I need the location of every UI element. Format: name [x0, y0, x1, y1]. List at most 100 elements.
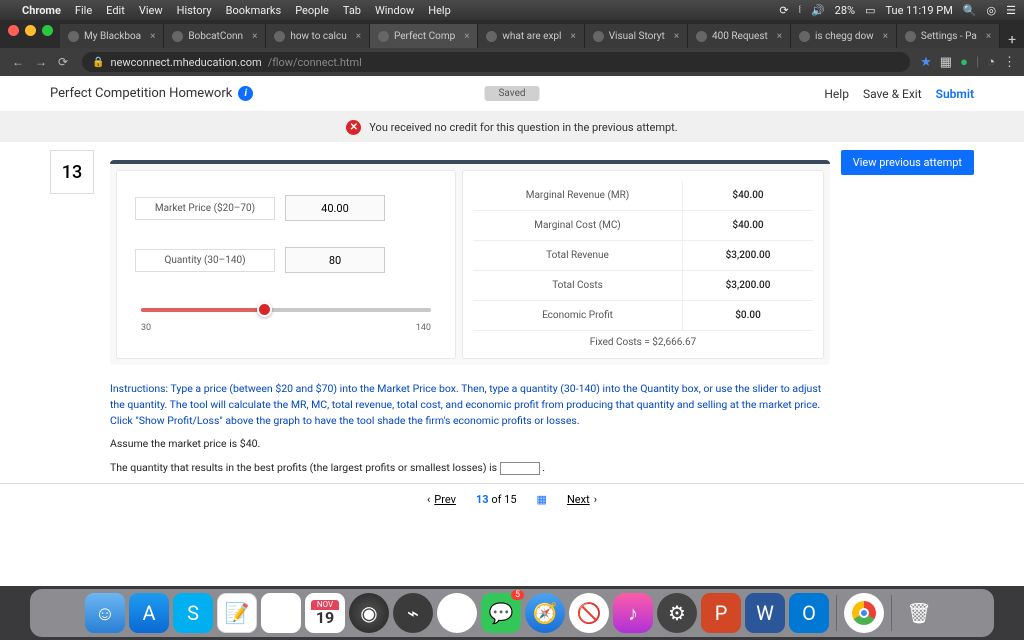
clock: Tue 11:19 PM	[885, 4, 952, 17]
menu-edit[interactable]: Edit	[106, 4, 125, 17]
submit-button[interactable]: Submit	[936, 87, 974, 101]
q-best-quantity: The quantity that results in the best pr…	[110, 460, 830, 476]
close-tab-icon[interactable]: ×	[464, 31, 469, 42]
nav-back-icon[interactable]: ←	[8, 55, 28, 69]
browser-tab[interactable]: is chegg dow×	[791, 24, 897, 48]
browser-tab[interactable]: 400 Request×	[688, 24, 791, 48]
menu-bookmarks[interactable]: Bookmarks	[226, 4, 282, 17]
volume-icon[interactable]: 🔊	[811, 4, 825, 17]
menu-people[interactable]: People	[295, 4, 329, 17]
quantity-input[interactable]	[285, 247, 385, 273]
info-icon[interactable]: i	[238, 86, 253, 101]
favicon-icon	[378, 31, 389, 42]
lock-icon: 🔒	[92, 57, 104, 68]
settings-icon[interactable]: ⚙	[657, 593, 697, 633]
refresh-icon[interactable]: ⟳	[779, 4, 788, 17]
chrome-dock-icon[interactable]	[844, 593, 884, 633]
browser-tab[interactable]: Perfect Comp×	[370, 24, 478, 48]
new-tab-button[interactable]: +	[1000, 32, 1024, 48]
menu-tab[interactable]: Tab	[343, 4, 361, 17]
menu-history[interactable]: History	[177, 4, 212, 17]
close-tab-icon[interactable]: ×	[570, 31, 575, 42]
ext2-icon[interactable]: ●	[960, 54, 968, 70]
menu-window[interactable]: Window	[375, 4, 414, 17]
calendar-icon[interactable]: NOV19	[305, 593, 345, 633]
star-icon[interactable]: ★	[920, 55, 932, 70]
close-tab-icon[interactable]: ×	[986, 31, 991, 42]
word-icon[interactable]: W	[745, 593, 785, 633]
slider-thumb[interactable]	[257, 302, 272, 317]
favicon-icon	[486, 31, 497, 42]
block-icon[interactable]: 🚫	[569, 593, 609, 633]
page-count: 13 of 15	[476, 493, 517, 506]
notes-icon[interactable]: 🗒	[261, 593, 301, 633]
appstore-icon[interactable]: A	[129, 593, 169, 633]
profile-icon[interactable]: ◔	[987, 54, 995, 70]
prev-button[interactable]: ‹ Prev	[427, 493, 456, 506]
result-row: Economic Profit$0.00	[473, 301, 813, 331]
maximize-window-icon[interactable]	[42, 25, 53, 36]
trash-icon[interactable]: 🗑	[899, 593, 939, 633]
minimize-window-icon[interactable]	[25, 25, 36, 36]
nav-reload-icon[interactable]: ⟳	[54, 55, 72, 69]
close-window-icon[interactable]	[8, 25, 19, 36]
mac-menubar: Chrome File Edit View History Bookmarks …	[0, 0, 1024, 20]
save-exit-link[interactable]: Save & Exit	[863, 87, 922, 101]
close-tab-icon[interactable]: ×	[777, 31, 782, 42]
divider: |	[976, 55, 979, 70]
skype-icon[interactable]: S	[173, 593, 213, 633]
favicon-icon	[905, 31, 916, 42]
question-grid-icon[interactable]: ▦	[537, 493, 547, 506]
finder-icon[interactable]: ☺	[85, 593, 125, 633]
safari-icon[interactable]: 🧭	[525, 593, 565, 633]
menu-help[interactable]: Help	[428, 4, 451, 17]
menu-view[interactable]: View	[139, 4, 163, 17]
browser-tab[interactable]: Visual Storyt×	[585, 24, 688, 48]
view-previous-attempt-button[interactable]: View previous attempt	[841, 150, 974, 175]
help-link[interactable]: Help	[824, 87, 849, 101]
siri-dock-icon[interactable]: ◉	[349, 593, 389, 633]
browser-tab[interactable]: BobcatConn×	[164, 24, 266, 48]
next-button[interactable]: Next ›	[567, 493, 597, 506]
instructions-text: Instructions: Type a price (between $20 …	[110, 381, 830, 428]
market-price-input[interactable]	[285, 195, 385, 221]
wifi-icon[interactable]: ⧙	[799, 3, 801, 17]
close-tab-icon[interactable]: ×	[150, 31, 155, 42]
nav-forward-icon[interactable]: →	[31, 55, 51, 69]
no-credit-alert: ✕ You received no credit for this questi…	[0, 112, 1024, 142]
close-tab-icon[interactable]: ×	[674, 31, 679, 42]
control-center-icon[interactable]: ☰	[1006, 4, 1016, 17]
browser-tab[interactable]: how to calcu×	[266, 24, 370, 48]
battery-icon[interactable]: ▭	[865, 4, 875, 17]
close-tab-icon[interactable]: ×	[883, 31, 888, 42]
powerpoint-icon[interactable]: P	[701, 593, 741, 633]
outlook-icon[interactable]: O	[789, 593, 829, 633]
browser-tabstrip: My Blackboa×BobcatConn×how to calcu×Perf…	[0, 20, 1024, 48]
browser-tab[interactable]: Settings - Pa×	[897, 24, 1000, 48]
textedit-icon[interactable]: 📝	[217, 593, 257, 633]
dashboard-icon[interactable]: ⌁	[393, 593, 433, 633]
battery-pct: 28%	[835, 4, 855, 17]
url-field[interactable]: 🔒 newconnect.mheducation.com/flow/connec…	[82, 52, 910, 72]
chevron-left-icon: ‹	[427, 493, 430, 506]
browser-tab[interactable]: what are expl×	[478, 24, 584, 48]
photos-icon[interactable]: ❀	[437, 593, 477, 633]
close-tab-icon[interactable]: ×	[252, 31, 257, 42]
chrome-menu-icon[interactable]: ⋮	[1003, 55, 1016, 70]
music-icon[interactable]: ♪	[613, 593, 653, 633]
siri-icon[interactable]: ◎	[987, 4, 997, 17]
favicon-icon	[696, 31, 707, 42]
spotlight-icon[interactable]: 🔍	[963, 4, 977, 17]
result-value: $3,200.00	[683, 250, 813, 261]
menu-file[interactable]: File	[75, 4, 92, 17]
fixed-costs: Fixed Costs = $2,666.67	[473, 331, 813, 348]
messages-icon[interactable]: 5💬	[481, 593, 521, 633]
ext1-icon[interactable]: ▦	[940, 55, 952, 70]
answer-blank-quantity[interactable]	[500, 462, 540, 475]
browser-tab[interactable]: My Blackboa×	[60, 24, 164, 48]
favicon-icon	[68, 31, 79, 42]
app-name[interactable]: Chrome	[22, 4, 61, 17]
favicon-icon	[799, 31, 810, 42]
quantity-slider[interactable]	[141, 301, 431, 319]
close-tab-icon[interactable]: ×	[356, 31, 361, 42]
